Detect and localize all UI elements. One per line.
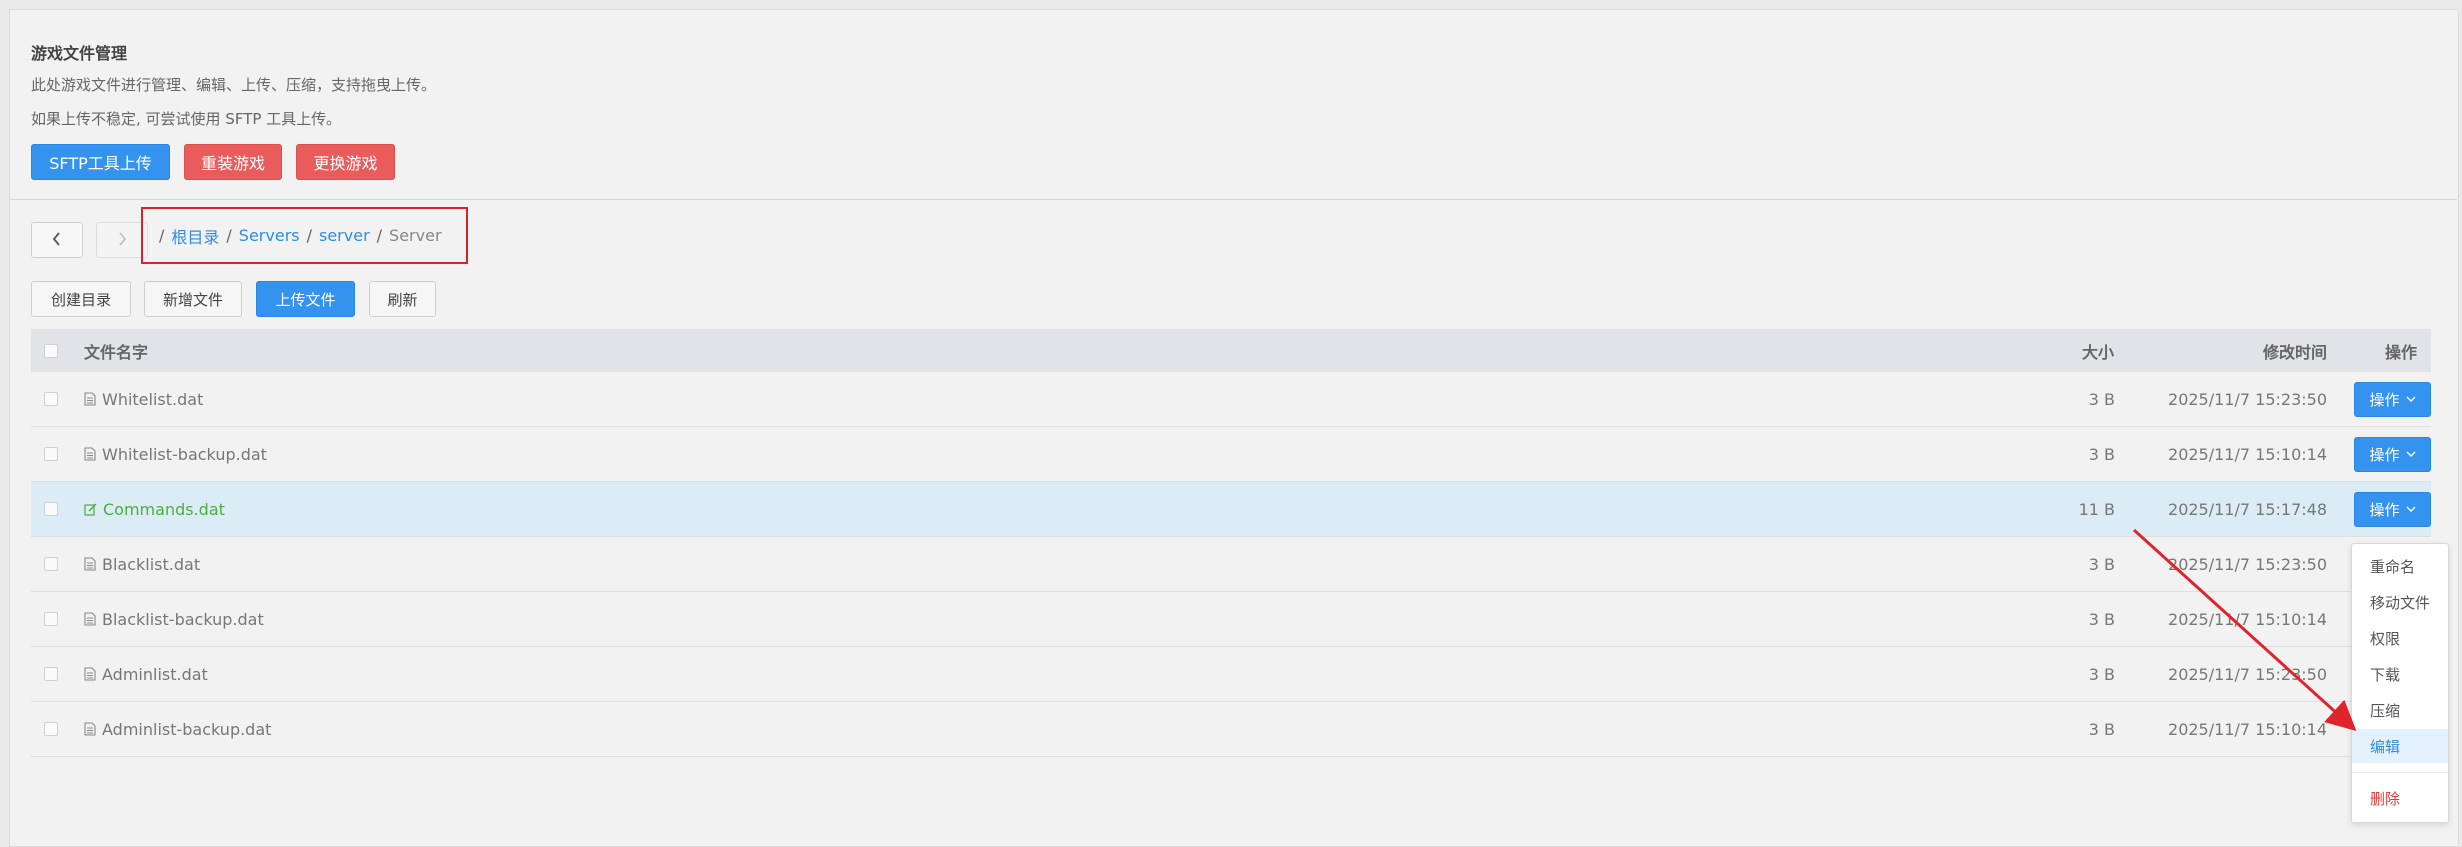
upload-file-button[interactable]: 上传文件	[256, 281, 355, 317]
table-row[interactable]: Blacklist.dat3 B2025/11/7 15:23:50操作	[31, 537, 2431, 592]
new-file-button[interactable]: 新增文件	[144, 281, 242, 317]
file-name[interactable]: Whitelist-backup.dat	[84, 445, 267, 464]
file-name-text: Blacklist.dat	[102, 554, 201, 574]
breadcrumb: / 根目录 / Servers / server / Server	[141, 207, 468, 264]
file-name-text: Commands.dat	[103, 499, 225, 519]
file-mtime: 2025/11/7 15:10:14	[2168, 609, 2327, 629]
file-mtime: 2025/11/7 15:23:50	[2168, 664, 2327, 684]
breadcrumb-current: Server	[389, 226, 442, 245]
file-icon	[84, 392, 96, 406]
file-mtime: 2025/11/7 15:17:48	[2168, 499, 2327, 519]
header-ops: 操作	[2384, 342, 2417, 362]
file-icon	[84, 722, 96, 736]
menu-item-rename[interactable]: 重命名	[2352, 549, 2448, 583]
breadcrumb-server[interactable]: server	[319, 226, 370, 245]
operations-dropdown-menu: 重命名 移动文件 权限 下载 压缩 编辑 删除	[2351, 543, 2449, 823]
file-name-text: Whitelist-backup.dat	[102, 444, 267, 464]
sftp-upload-button[interactable]: SFTP工具上传	[31, 144, 170, 180]
operations-label: 操作	[2369, 445, 2400, 464]
file-size: 3 B	[2088, 554, 2115, 574]
header-mtime: 修改时间	[2262, 342, 2327, 362]
menu-item-compress[interactable]: 压缩	[2352, 693, 2448, 727]
chevron-down-icon	[2406, 451, 2416, 457]
menu-divider	[2352, 772, 2448, 773]
file-name-text: Whitelist.dat	[102, 389, 204, 409]
menu-item-download[interactable]: 下载	[2352, 657, 2448, 691]
chevron-left-icon	[52, 231, 62, 250]
file-mtime: 2025/11/7 15:23:50	[2168, 389, 2327, 409]
row-checkbox[interactable]	[44, 667, 58, 681]
table-row[interactable]: Adminlist.dat3 B2025/11/7 15:23:50操作	[31, 647, 2431, 702]
row-operations-button[interactable]: 操作	[2354, 436, 2431, 472]
refresh-button[interactable]: 刷新	[369, 281, 436, 317]
file-name-text: Blacklist-backup.dat	[102, 609, 264, 629]
change-game-button[interactable]: 更换游戏	[296, 144, 395, 180]
create-directory-button[interactable]: 创建目录	[31, 281, 131, 317]
select-all-checkbox[interactable]	[44, 343, 58, 358]
breadcrumb-root[interactable]: 根目录	[171, 224, 219, 248]
row-checkbox[interactable]	[44, 447, 58, 461]
menu-item-permissions[interactable]: 权限	[2352, 621, 2448, 655]
row-checkbox[interactable]	[44, 502, 58, 516]
file-size: 3 B	[2088, 609, 2115, 629]
row-checkbox[interactable]	[44, 612, 58, 626]
table-row[interactable]: Blacklist-backup.dat 3 B 2025/11/7 15:10:1…	[31, 592, 2431, 647]
breadcrumb-servers[interactable]: Servers	[239, 226, 300, 245]
file-edit-icon	[84, 503, 97, 516]
row-operations-button[interactable]: 操作	[2354, 381, 2431, 417]
row-checkbox[interactable]	[44, 722, 58, 736]
file-size: 3 B	[2088, 389, 2115, 409]
file-icon	[84, 667, 96, 681]
file-table: 文件名字 大小 修改时间 操作 Whitelist.dat 3 B 2025/11/…	[31, 329, 2431, 757]
operations-label: 操作	[2369, 390, 2400, 409]
row-checkbox[interactable]	[44, 392, 58, 406]
operations-label: 操作	[2369, 500, 2400, 519]
file-name-text: Adminlist.dat	[102, 664, 208, 684]
table-header: 文件名字 大小 修改时间 操作	[31, 329, 2431, 372]
file-size: 3 B	[2088, 664, 2115, 684]
row-operations-button[interactable]: 操作	[2354, 491, 2431, 527]
file-name[interactable]: Commands.dat	[84, 500, 225, 519]
section-divider	[9, 199, 2457, 200]
file-size: 3 B	[2088, 719, 2115, 739]
file-icon	[84, 557, 96, 571]
file-size: 11 B	[2078, 499, 2115, 519]
file-name-text: Adminlist-backup.dat	[102, 719, 272, 739]
file-name[interactable]: Blacklist.dat	[84, 555, 200, 574]
reinstall-game-button[interactable]: 重装游戏	[184, 144, 282, 180]
file-name[interactable]: Adminlist.dat	[84, 665, 208, 684]
file-mtime: 2025/11/7 15:23:50	[2168, 554, 2327, 574]
back-button[interactable]	[31, 222, 83, 258]
description-line-1: 此处游戏文件进行管理、编辑、上传、压缩，支持拖曳上传。	[31, 76, 437, 94]
header-name: 文件名字	[84, 342, 149, 362]
file-mtime: 2025/11/7 15:10:14	[2168, 719, 2327, 739]
file-icon	[84, 447, 96, 461]
file-mtime: 2025/11/7 15:10:14	[2168, 444, 2327, 464]
header-size: 大小	[2081, 342, 2114, 362]
file-size: 3 B	[2088, 444, 2115, 464]
table-row[interactable]: Whitelist.dat 3 B 2025/11/7 15:23:50 操作	[31, 372, 2431, 427]
menu-item-delete[interactable]: 删除	[2352, 781, 2448, 815]
table-row[interactable]: Whitelist-backup.dat 3 B 2025/11/7 15:10:1…	[31, 427, 2431, 482]
table-row[interactable]: Commands.dat 11 B 2025/11/7 15:17:48 操作	[31, 482, 2431, 537]
menu-item-move-file[interactable]: 移动文件	[2352, 585, 2448, 619]
file-icon	[84, 612, 96, 626]
description-line-2: 如果上传不稳定, 可尝试使用 SFTP 工具上传。	[31, 110, 342, 128]
chevron-right-icon	[117, 231, 127, 250]
table-row[interactable]: Adminlist-backup.dat 3 B 2025/11/7 15:10:1…	[31, 702, 2431, 757]
file-name[interactable]: Whitelist.dat	[84, 390, 203, 409]
chevron-down-icon	[2406, 506, 2416, 512]
file-name[interactable]: Adminlist-backup.dat	[84, 720, 271, 739]
file-name[interactable]: Blacklist-backup.dat	[84, 610, 264, 629]
page-title: 游戏文件管理	[31, 44, 128, 63]
menu-item-edit[interactable]: 编辑	[2352, 729, 2448, 763]
row-checkbox[interactable]	[44, 557, 58, 571]
chevron-down-icon	[2406, 396, 2416, 402]
